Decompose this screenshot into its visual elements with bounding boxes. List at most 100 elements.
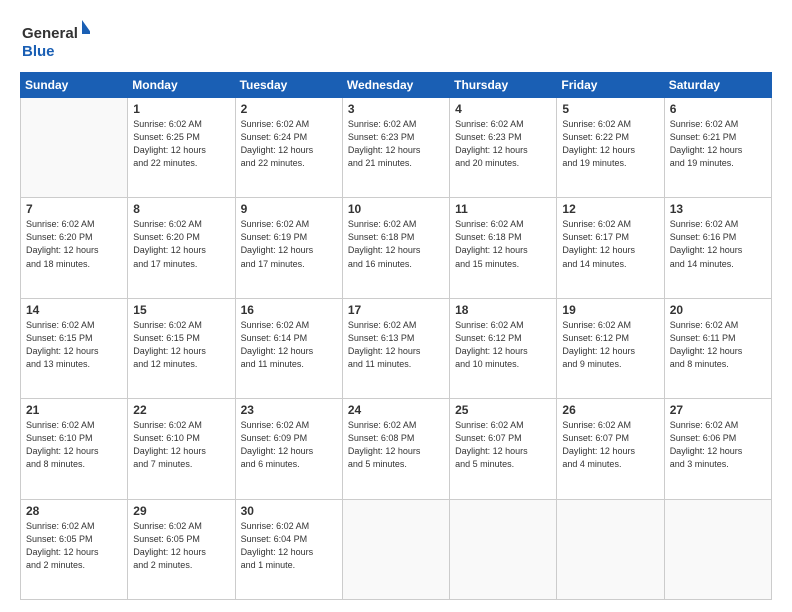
weekday-header-sunday: Sunday [21, 73, 128, 98]
calendar-cell: 9 Sunrise: 6:02 AM Sunset: 6:19 PM Daylig… [235, 198, 342, 298]
day-info: Sunrise: 6:02 AM Sunset: 6:21 PM Dayligh… [670, 118, 766, 170]
day-number: 8 [133, 202, 229, 216]
logo-svg: General Blue [20, 18, 90, 62]
day-info: Sunrise: 6:02 AM Sunset: 6:06 PM Dayligh… [670, 419, 766, 471]
day-number: 13 [670, 202, 766, 216]
day-number: 23 [241, 403, 337, 417]
calendar-cell: 14Sunrise: 6:02 AM Sunset: 6:15 PM Dayli… [21, 298, 128, 398]
svg-text:Blue: Blue [22, 43, 55, 60]
day-info: Sunrise: 6:02 AM Sunset: 6:14 PM Dayligh… [241, 319, 337, 371]
calendar-cell: 4Sunrise: 6:02 AM Sunset: 6:23 PM Daylig… [450, 98, 557, 198]
day-number: 14 [26, 303, 122, 317]
week-row-5: 28 Sunrise: 6:02 AM Sunset: 6:05 PM Dayli… [21, 499, 772, 599]
day-info: Sunrise: 6:02 AM Sunset: 6:08 PM Dayligh… [348, 419, 444, 471]
calendar-cell: 22 Sunrise: 6:02 AM Sunset: 6:10 PM Dayli… [128, 399, 235, 499]
weekday-header-row: SundayMondayTuesdayWednesdayThursdayFrid… [21, 73, 772, 98]
day-number: 26 [562, 403, 658, 417]
day-number: 28 [26, 504, 122, 518]
weekday-header-friday: Friday [557, 73, 664, 98]
day-info: Sunrise: 6:02 AM Sunset: 6:05 PM Dayligh… [133, 520, 229, 572]
calendar-cell: 25 Sunrise: 6:02 AM Sunset: 6:07 PM Dayli… [450, 399, 557, 499]
calendar-cell: 1 Sunrise: 6:02 AM Sunset: 6:25 PM Daylig… [128, 98, 235, 198]
day-info: Sunrise: 6:02 AM Sunset: 6:05 PM Dayligh… [26, 520, 122, 572]
day-info: Sunrise: 6:02 AM Sunset: 6:19 PM Dayligh… [241, 218, 337, 270]
day-number: 21 [26, 403, 122, 417]
day-info: Sunrise: 6:02 AM Sunset: 6:10 PM Dayligh… [133, 419, 229, 471]
calendar-cell: 8Sunrise: 6:02 AM Sunset: 6:20 PM Daylig… [128, 198, 235, 298]
day-info: Sunrise: 6:02 AM Sunset: 6:12 PM Dayligh… [562, 319, 658, 371]
calendar-cell [21, 98, 128, 198]
header: General Blue [20, 18, 772, 62]
calendar-cell: 21Sunrise: 6:02 AM Sunset: 6:10 PM Dayli… [21, 399, 128, 499]
weekday-header-saturday: Saturday [664, 73, 771, 98]
day-number: 16 [241, 303, 337, 317]
day-number: 25 [455, 403, 551, 417]
day-number: 17 [348, 303, 444, 317]
weekday-header-thursday: Thursday [450, 73, 557, 98]
calendar-cell: 5Sunrise: 6:02 AM Sunset: 6:22 PM Daylig… [557, 98, 664, 198]
day-number: 1 [133, 102, 229, 116]
day-number: 15 [133, 303, 229, 317]
week-row-4: 21 Sunrise: 6:02 AM Sunset: 6:10 PM Dayli… [21, 399, 772, 499]
weekday-header-monday: Monday [128, 73, 235, 98]
day-number: 22 [133, 403, 229, 417]
day-info: Sunrise: 6:02 AM Sunset: 6:09 PM Dayligh… [241, 419, 337, 471]
day-number: 12 [562, 202, 658, 216]
day-info: Sunrise: 6:02 AM Sunset: 6:25 PM Dayligh… [133, 118, 229, 170]
calendar-cell: 30 Sunrise: 6:02 AM Sunset: 6:04 PM Dayli… [235, 499, 342, 599]
calendar-cell: 29 Sunrise: 6:02 AM Sunset: 6:05 PM Dayli… [128, 499, 235, 599]
day-info: Sunrise: 6:02 AM Sunset: 6:12 PM Dayligh… [455, 319, 551, 371]
calendar-cell [342, 499, 449, 599]
day-info: Sunrise: 6:02 AM Sunset: 6:20 PM Dayligh… [26, 218, 122, 270]
day-info: Sunrise: 6:02 AM Sunset: 6:24 PM Dayligh… [241, 118, 337, 170]
day-info: Sunrise: 6:02 AM Sunset: 6:17 PM Dayligh… [562, 218, 658, 270]
calendar-cell [450, 499, 557, 599]
day-number: 30 [241, 504, 337, 518]
day-info: Sunrise: 6:02 AM Sunset: 6:07 PM Dayligh… [562, 419, 658, 471]
day-number: 24 [348, 403, 444, 417]
day-info: Sunrise: 6:02 AM Sunset: 6:04 PM Dayligh… [241, 520, 337, 572]
day-info: Sunrise: 6:02 AM Sunset: 6:13 PM Dayligh… [348, 319, 444, 371]
calendar-cell: 3 Sunrise: 6:02 AM Sunset: 6:23 PM Daylig… [342, 98, 449, 198]
page: General Blue SundayMondayTuesdayWednesda… [0, 0, 792, 612]
calendar-cell: 10Sunrise: 6:02 AM Sunset: 6:18 PM Dayli… [342, 198, 449, 298]
calendar-cell: 16 Sunrise: 6:02 AM Sunset: 6:14 PM Dayli… [235, 298, 342, 398]
weekday-header-wednesday: Wednesday [342, 73, 449, 98]
svg-text:General: General [22, 25, 78, 42]
day-number: 18 [455, 303, 551, 317]
day-number: 29 [133, 504, 229, 518]
calendar-cell: 26 Sunrise: 6:02 AM Sunset: 6:07 PM Dayli… [557, 399, 664, 499]
calendar-cell: 27Sunrise: 6:02 AM Sunset: 6:06 PM Dayli… [664, 399, 771, 499]
day-number: 9 [241, 202, 337, 216]
day-number: 6 [670, 102, 766, 116]
calendar-cell: 20Sunrise: 6:02 AM Sunset: 6:11 PM Dayli… [664, 298, 771, 398]
week-row-1: 1 Sunrise: 6:02 AM Sunset: 6:25 PM Daylig… [21, 98, 772, 198]
day-info: Sunrise: 6:02 AM Sunset: 6:23 PM Dayligh… [348, 118, 444, 170]
calendar-cell: 17 Sunrise: 6:02 AM Sunset: 6:13 PM Dayli… [342, 298, 449, 398]
day-number: 11 [455, 202, 551, 216]
calendar-cell: 24 Sunrise: 6:02 AM Sunset: 6:08 PM Dayli… [342, 399, 449, 499]
day-number: 19 [562, 303, 658, 317]
calendar-cell: 7 Sunrise: 6:02 AM Sunset: 6:20 PM Daylig… [21, 198, 128, 298]
calendar-header: SundayMondayTuesdayWednesdayThursdayFrid… [21, 73, 772, 98]
calendar-cell: 28 Sunrise: 6:02 AM Sunset: 6:05 PM Dayli… [21, 499, 128, 599]
day-info: Sunrise: 6:02 AM Sunset: 6:11 PM Dayligh… [670, 319, 766, 371]
day-info: Sunrise: 6:02 AM Sunset: 6:23 PM Dayligh… [455, 118, 551, 170]
calendar-cell: 13Sunrise: 6:02 AM Sunset: 6:16 PM Dayli… [664, 198, 771, 298]
day-number: 2 [241, 102, 337, 116]
calendar-cell: 6 Sunrise: 6:02 AM Sunset: 6:21 PM Daylig… [664, 98, 771, 198]
day-number: 7 [26, 202, 122, 216]
calendar-cell: 18 Sunrise: 6:02 AM Sunset: 6:12 PM Dayli… [450, 298, 557, 398]
week-row-2: 7 Sunrise: 6:02 AM Sunset: 6:20 PM Daylig… [21, 198, 772, 298]
day-info: Sunrise: 6:02 AM Sunset: 6:07 PM Dayligh… [455, 419, 551, 471]
calendar-cell: 12 Sunrise: 6:02 AM Sunset: 6:17 PM Dayli… [557, 198, 664, 298]
calendar-cell: 19 Sunrise: 6:02 AM Sunset: 6:12 PM Dayli… [557, 298, 664, 398]
day-info: Sunrise: 6:02 AM Sunset: 6:18 PM Dayligh… [348, 218, 444, 270]
day-info: Sunrise: 6:02 AM Sunset: 6:18 PM Dayligh… [455, 218, 551, 270]
day-number: 3 [348, 102, 444, 116]
day-number: 5 [562, 102, 658, 116]
calendar-cell: 15Sunrise: 6:02 AM Sunset: 6:15 PM Dayli… [128, 298, 235, 398]
logo: General Blue [20, 18, 90, 62]
calendar-cell: 23 Sunrise: 6:02 AM Sunset: 6:09 PM Dayli… [235, 399, 342, 499]
calendar-body: 1 Sunrise: 6:02 AM Sunset: 6:25 PM Daylig… [21, 98, 772, 600]
